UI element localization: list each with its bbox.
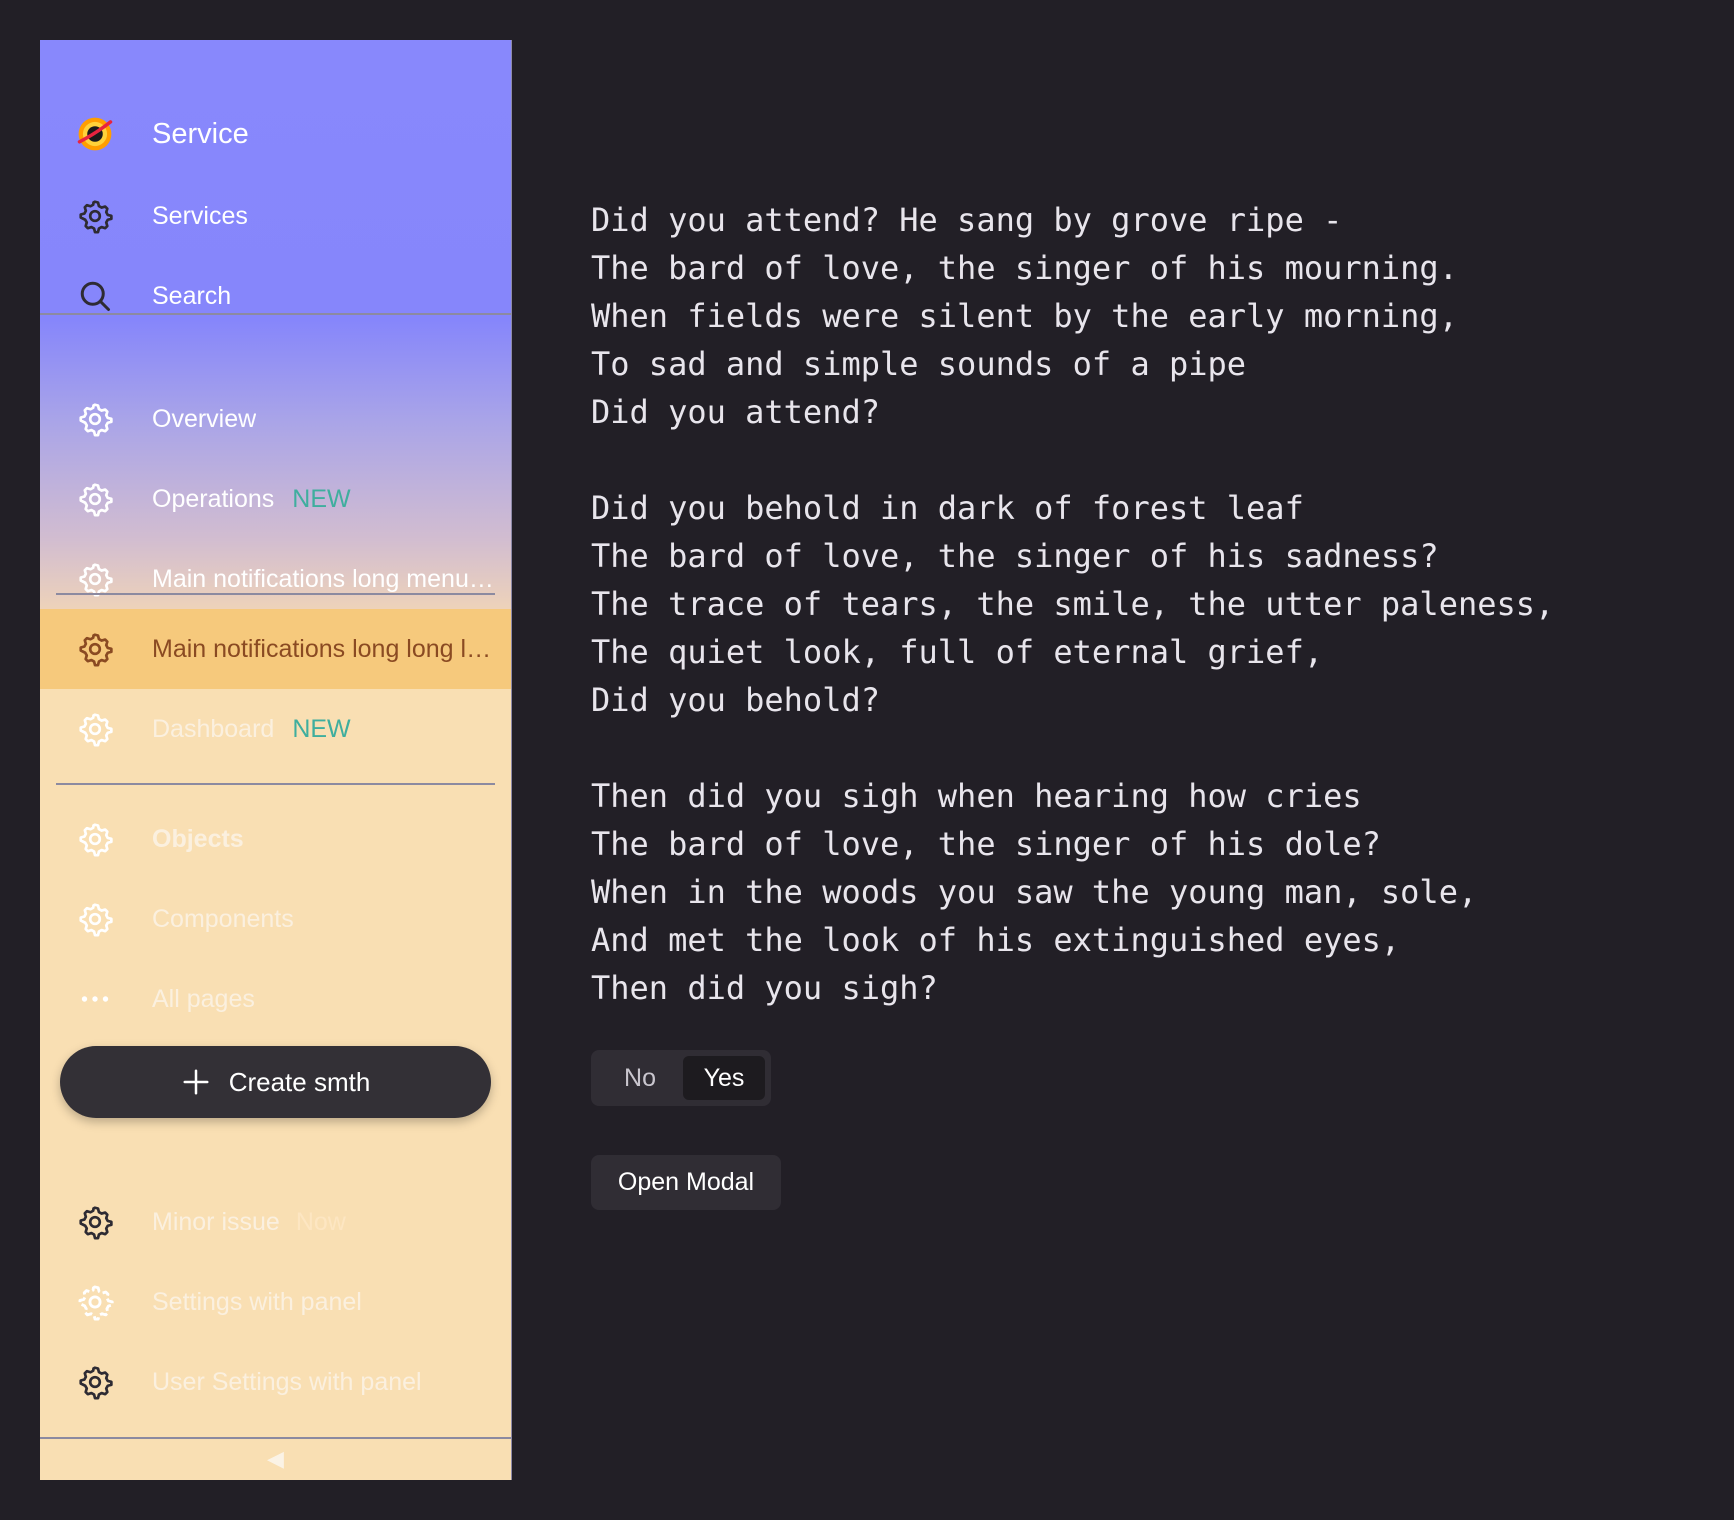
poem-stanza: Then did you sigh when hearing how cries… [591,772,1554,1012]
poem-stanza: Did you behold in dark of forest leaf Th… [591,484,1554,724]
sidebar-item-settings-with-panel[interactable]: Settings with panel [40,1262,511,1342]
poem-text: Did you attend? He sang by grove ripe - … [591,196,1554,1060]
gear-icon [76,820,114,858]
more-icon [76,980,114,1018]
open-modal-button[interactable]: Open Modal [591,1155,781,1210]
poem-line: When fields were silent by the early mor… [591,297,1458,335]
label-text: Minor issue [152,1207,280,1236]
poem-line: To sad and simple sounds of a pipe [591,345,1247,383]
new-badge: NEW [292,484,351,513]
gear-icon [76,480,114,518]
collapse-arrow-icon: ◀ [267,1446,284,1471]
sidebar-item-label: Objects [152,824,244,853]
sidebar-item-operations[interactable]: Operations NEW [40,459,511,539]
poem-stanza: Did you attend? He sang by grove ripe - … [591,196,1554,436]
gear-icon [76,900,114,938]
poem-line: When in the woods you saw the young man,… [591,873,1478,911]
poem-line: Did you behold? [591,681,880,719]
label-text: Dashboard [152,714,275,743]
sidebar-brand[interactable]: Service [40,94,511,174]
poem-line: Then did you sigh? [591,969,938,1007]
gear-loading-icon [76,1283,114,1321]
sidebar-item-label: Main notifications long menu… [152,564,494,593]
sidebar-item-user-settings[interactable]: User Settings with panel [40,1342,511,1422]
brand-logo-icon [76,115,114,153]
gear-icon [76,400,114,438]
yes-no-toggle: No Yes [591,1050,771,1106]
poem-line: The trace of tears, the smile, the utter… [591,585,1555,623]
sidebar-item-search[interactable]: Search [40,256,511,336]
sidebar-item-objects[interactable]: Objects [40,799,511,879]
sidebar-item-components[interactable]: Components [40,879,511,959]
gear-icon [76,630,114,668]
sidebar-item-dashboard[interactable]: Dashboard NEW [40,689,511,769]
sidebar-item-label: Components [152,904,294,933]
now-badge: Now [295,1207,346,1236]
sidebar: Service Services Search Overview Operati… [40,40,511,1480]
collapse-button[interactable]: ◀ [40,1438,511,1480]
poem-line: Then did you sigh when hearing how cries [591,777,1362,815]
gear-icon [76,1363,114,1401]
sidebar-item-overview[interactable]: Overview [40,379,511,459]
poem-line: The quiet look, full of eternal grief, [591,633,1324,671]
label-text: Operations [152,484,275,513]
sidebar-item-label: Dashboard NEW [152,715,351,744]
sidebar-item-label: All pages [152,984,255,1013]
create-button[interactable]: Create smth [60,1046,491,1118]
sidebar-item-minor-issue[interactable]: Minor issue Now [40,1182,511,1262]
sidebar-item-services[interactable]: Services [40,176,511,256]
sidebar-divider [56,593,495,595]
option-yes[interactable]: Yes [683,1056,765,1100]
sidebar-item-label: Settings with panel [152,1287,362,1316]
sidebar-item-main-notifications-long[interactable]: Main notifications long long l… [40,609,511,689]
poem-line: Did you behold in dark of forest leaf [591,489,1304,527]
option-no[interactable]: No [597,1056,683,1100]
sidebar-divider [40,313,511,315]
sidebar-item-main-notifications[interactable]: Main notifications long menu… [40,539,511,619]
sidebar-item-label: Main notifications long long l… [152,634,492,663]
poem-line: Did you attend? [591,393,880,431]
sidebar-item-label: Overview [152,404,257,433]
sidebar-item-all-pages[interactable]: All pages [40,959,511,1039]
search-icon [76,277,114,315]
new-badge: NEW [292,714,351,743]
poem-line: The bard of love, the singer of his dole… [591,825,1381,863]
gear-icon [76,197,114,235]
sidebar-item-label: User Settings with panel [152,1367,422,1396]
sidebar-item-label: Minor issue Now [152,1208,346,1237]
poem-line: The bard of love, the singer of his mour… [591,249,1458,287]
poem-line: The bard of love, the singer of his sadn… [591,537,1439,575]
sidebar-item-label: Services [152,201,248,230]
plus-icon [181,1067,211,1097]
gear-icon [76,1203,114,1241]
sidebar-item-label: Search [152,281,232,310]
gear-icon [76,710,114,748]
poem-line: Did you attend? He sang by grove ripe - [591,201,1343,239]
sidebar-item-label: Operations NEW [152,485,351,514]
poem-line: And met the look of his extinguished eye… [591,921,1401,959]
sidebar-divider [56,783,495,785]
brand-name: Service [152,117,249,150]
create-button-label: Create smth [228,1066,371,1097]
